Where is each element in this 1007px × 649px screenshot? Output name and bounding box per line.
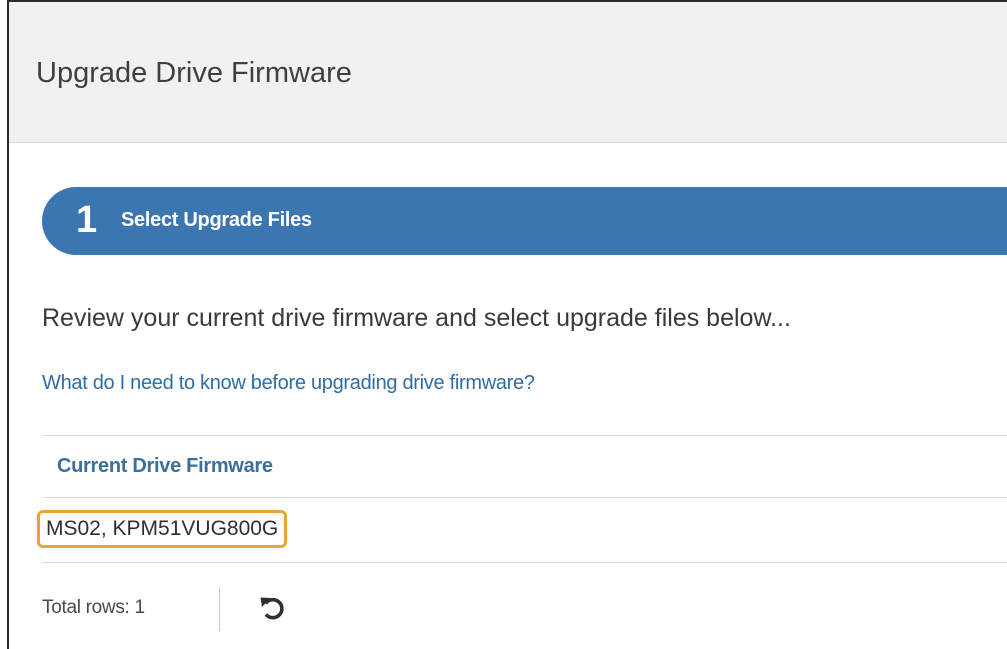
dialog-header: Upgrade Drive Firmware <box>9 2 1007 143</box>
intro-text: Review your current drive firmware and s… <box>42 304 791 332</box>
window-top-border <box>7 0 1007 2</box>
total-rows-label: Total rows: 1 <box>42 597 145 618</box>
help-link[interactable]: What do I need to know before upgrading … <box>42 372 535 395</box>
refresh-icon <box>260 597 284 620</box>
dialog-title: Upgrade Drive Firmware <box>36 57 352 89</box>
table-top-divider <box>42 435 1007 436</box>
table-row[interactable]: MS02, KPM51VUG800G <box>37 498 1007 562</box>
upgrade-drive-firmware-dialog: Upgrade Drive Firmware 1 Select Upgrade … <box>0 0 1007 649</box>
refresh-button[interactable] <box>252 588 292 628</box>
footer-divider <box>219 587 220 631</box>
step-indicator: 1 Select Upgrade Files <box>42 187 1007 255</box>
firmware-cell: MS02, KPM51VUG800G <box>37 510 288 548</box>
window-left-border <box>7 0 9 649</box>
step-label: Select Upgrade Files <box>121 209 312 231</box>
column-header-current-drive-firmware[interactable]: Current Drive Firmware <box>57 455 273 478</box>
step-number: 1 <box>76 199 98 241</box>
table-bottom-divider <box>42 562 1007 563</box>
